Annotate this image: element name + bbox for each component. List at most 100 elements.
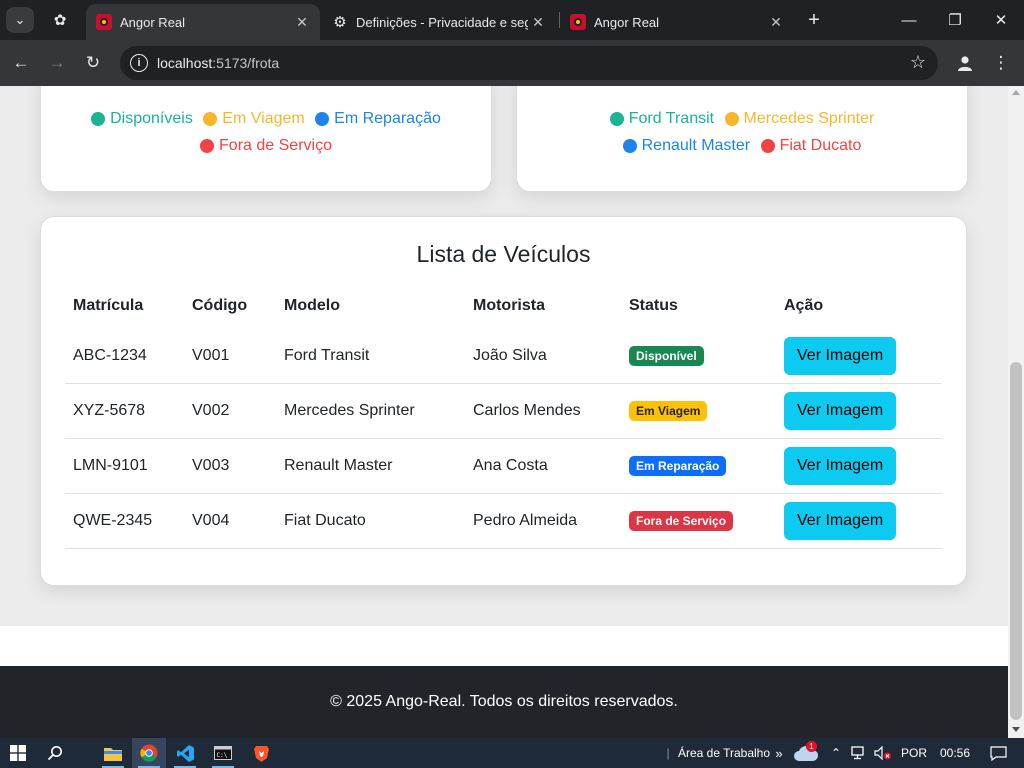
legend-item-em-reparacao[interactable]: Em Reparação	[315, 107, 441, 131]
header-acao: Ação	[784, 297, 824, 314]
cell-code: V003	[184, 438, 276, 494]
status-badge: Fora de Serviço	[629, 511, 734, 531]
legend-label: Renault Master	[641, 137, 751, 154]
taskbar-vscode[interactable]	[168, 738, 202, 768]
vehicle-list-title: Lista de Veículos	[416, 241, 591, 267]
folder-icon	[104, 747, 122, 761]
legend-item-renault-master[interactable]: Renault Master	[622, 134, 751, 158]
legend-item-disponiveis[interactable]: Disponíveis	[91, 107, 193, 131]
legend-label: Fora de Serviço	[219, 137, 332, 154]
volume-button[interactable]	[872, 738, 894, 768]
close-icon[interactable]: ✕	[528, 14, 548, 31]
clock[interactable]: 00:56	[934, 738, 976, 768]
legend-item-mercedes-sprinter[interactable]: Mercedes Sprinter	[724, 107, 874, 131]
openai-icon: ✿	[53, 12, 67, 29]
header-modelo: Modelo	[284, 297, 340, 314]
browser-toolbar: ← → ↻ i localhost:5173/frota ☆ ⋮	[0, 40, 1024, 86]
scroll-up-arrow-icon[interactable]	[1012, 90, 1020, 95]
angor-favicon-icon	[96, 14, 112, 30]
profile-button[interactable]	[950, 48, 980, 78]
desktop-toolbar[interactable]: Área de Trabalho	[676, 738, 772, 768]
cell-status: Fora de Serviço	[621, 493, 776, 549]
cell-code: V001	[184, 329, 276, 384]
svg-text:C:\: C:\	[217, 752, 228, 759]
browser-menu-button[interactable]: ⋮	[986, 48, 1016, 78]
status-badge: Em Reparação	[629, 456, 727, 476]
legend-item-em-viagem[interactable]: Em Viagem	[203, 107, 305, 131]
minimize-button[interactable]: —	[886, 0, 932, 40]
toolbar-expand-button[interactable]: »	[772, 738, 786, 768]
legend-item-fora-de-servico[interactable]: Fora de Serviço	[200, 134, 332, 158]
close-icon[interactable]: ✕	[766, 14, 786, 31]
network-icon	[851, 746, 864, 760]
view-image-button[interactable]: Ver Imagem	[784, 392, 897, 430]
scrollbar-thumb[interactable]	[1010, 362, 1022, 720]
page-scrollbar[interactable]	[1008, 86, 1024, 738]
clock-time: 00:56	[939, 746, 971, 760]
status-badge: Disponível	[629, 346, 704, 366]
address-bar[interactable]: i localhost:5173/frota ☆	[120, 46, 938, 80]
cell-model: Mercedes Sprinter	[276, 383, 465, 439]
header-status: Status	[629, 297, 678, 314]
angor-favicon-icon	[570, 14, 586, 30]
scroll-down-arrow-icon[interactable]	[1012, 727, 1020, 732]
pinned-tab-openai[interactable]: ✿	[46, 8, 74, 32]
tab-settings[interactable]: ⚙ Definições - Privacidade e segur ✕	[322, 4, 556, 40]
legend-item-fiat-ducato[interactable]: Fiat Ducato	[760, 134, 862, 158]
restore-button[interactable]: ❐	[932, 0, 978, 40]
weather-widget[interactable]: 1	[790, 738, 822, 768]
model-chart-card: Ford Transit Mercedes Sprinter Renault M…	[516, 86, 968, 192]
tab-strip: ⌄ ✿ Angor Real ✕ ⚙ Definições - Privacid…	[0, 0, 1024, 40]
cell-driver: Ana Costa	[465, 438, 621, 494]
tab-title: Angor Real	[594, 14, 660, 30]
page-footer: © 2025 Ango-Real. Todos os direitos rese…	[0, 666, 1008, 738]
taskbar-chrome[interactable]	[132, 738, 166, 768]
legend-dot	[91, 112, 106, 126]
forward-button[interactable]: →	[42, 48, 72, 78]
view-image-button[interactable]: Ver Imagem	[784, 502, 897, 540]
search-icon	[47, 746, 62, 761]
reload-button[interactable]: ↻	[78, 48, 108, 78]
tab-search-button[interactable]: ⌄	[6, 7, 34, 33]
status-chart-legend: Disponíveis Em Viagem Em Reparação Fora …	[41, 107, 491, 161]
cell-action: Ver Imagem	[776, 493, 942, 549]
network-button[interactable]	[848, 738, 870, 768]
legend-dot	[200, 139, 215, 153]
legend-label: Em Reparação	[334, 110, 441, 127]
back-button[interactable]: ←	[6, 48, 36, 78]
taskbar-brave[interactable]	[244, 738, 278, 768]
toolbar-separator: |	[666, 746, 670, 760]
start-button[interactable]	[0, 738, 36, 768]
cell-code: V002	[184, 383, 276, 439]
notifications-button[interactable]	[978, 738, 1018, 768]
table-header-row: Matrícula Código Modelo Motorista Status…	[65, 283, 942, 329]
new-tab-button[interactable]: +	[802, 8, 826, 32]
site-info-icon[interactable]: i	[130, 54, 148, 72]
search-button[interactable]	[38, 738, 72, 768]
taskbar-file-explorer[interactable]	[96, 738, 130, 768]
window-close-button[interactable]: ✕	[978, 0, 1024, 40]
legend-label: Fiat Ducato	[779, 137, 862, 154]
view-image-button[interactable]: Ver Imagem	[784, 337, 897, 375]
show-hidden-icons-button[interactable]: ⌃	[826, 738, 846, 768]
table-row: QWE-2345 V004 Fiat Ducato Pedro Almeida …	[65, 493, 942, 549]
cell-action: Ver Imagem	[776, 383, 942, 439]
legend-item-ford-transit[interactable]: Ford Transit	[609, 107, 715, 131]
cell-plate: ABC-1234	[65, 329, 184, 384]
url-text[interactable]: localhost:5173/frota	[157, 55, 279, 71]
language-indicator[interactable]: POR	[898, 738, 930, 768]
taskbar-terminal[interactable]: C:\	[206, 738, 240, 768]
legend-label: Ford Transit	[628, 110, 715, 127]
close-icon[interactable]: ✕	[292, 14, 312, 31]
cell-model: Fiat Ducato	[276, 493, 465, 549]
windows-taskbar: C:\ | Área de Trabalho » 1 ⌃ POR 00:56	[0, 738, 1024, 768]
view-image-button[interactable]: Ver Imagem	[784, 447, 897, 485]
bookmark-star-icon[interactable]: ☆	[910, 52, 926, 73]
windows-logo-icon	[10, 745, 26, 761]
legend-dot	[609, 112, 624, 126]
cell-plate: QWE-2345	[65, 493, 184, 549]
tab-angor-real-2[interactable]: Angor Real ✕	[560, 4, 794, 40]
tab-angor-real[interactable]: Angor Real ✕	[86, 4, 320, 40]
legend-label: Em Viagem	[222, 110, 305, 127]
table-row: LMN-9101 V003 Renault Master Ana Costa E…	[65, 438, 942, 494]
